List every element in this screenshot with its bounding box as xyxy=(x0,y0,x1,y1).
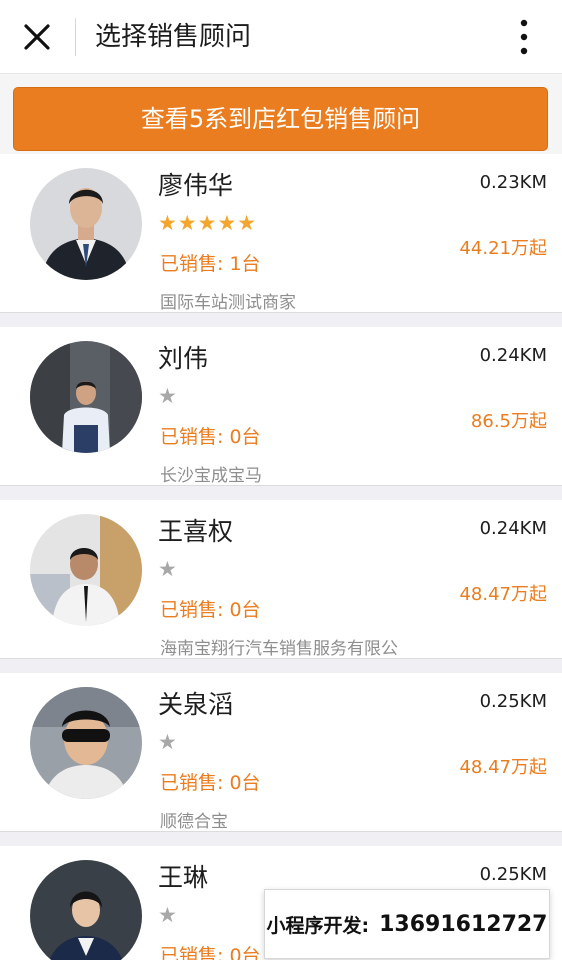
more-vertical-icon xyxy=(520,19,528,55)
consultant-name: 刘伟 xyxy=(158,344,209,373)
dealer-name: 长沙宝成宝马 xyxy=(160,466,262,486)
avatar xyxy=(30,514,142,626)
avatar xyxy=(30,860,142,960)
rating-stars: ★ xyxy=(158,903,178,927)
sold-count: 已销售: 1台 xyxy=(160,253,261,275)
nav-divider xyxy=(75,18,76,56)
avatar xyxy=(30,341,142,453)
consultant-card[interactable]: 廖伟华 ★★★★★ 已销售: 1台 国际车站测试商家 0.23KM 44.21万… xyxy=(0,154,562,313)
distance: 0.24KM xyxy=(479,345,547,366)
starting-price: 86.5万起 xyxy=(470,411,547,432)
close-button[interactable] xyxy=(14,14,60,60)
developer-label: 小程序开发: xyxy=(266,914,370,937)
promo-banner-area: 查看5系到店红包销售顾问 xyxy=(0,74,562,154)
starting-price: 48.47万起 xyxy=(459,757,547,778)
dealer-name: 国际车站测试商家 xyxy=(160,293,296,313)
rating-stars: ★ xyxy=(158,730,178,754)
starting-price: 44.21万起 xyxy=(459,238,547,259)
consultant-card[interactable]: 刘伟 ★ 已销售: 0台 长沙宝成宝马 0.24KM 86.5万起 xyxy=(0,327,562,486)
sold-count: 已销售: 0台 xyxy=(160,599,261,621)
dealer-name: 海南宝翔行汽车销售服务有限公 xyxy=(160,639,398,659)
rating-stars: ★ xyxy=(158,557,178,581)
consultant-name: 关泉滔 xyxy=(158,690,234,719)
rating-stars: ★★★★★ xyxy=(158,211,258,235)
avatar xyxy=(30,168,142,280)
distance: 0.25KM xyxy=(479,864,547,885)
close-icon xyxy=(24,24,50,50)
sold-count: 已销售: 0台 xyxy=(160,945,261,960)
consultant-card[interactable]: 王喜权 ★ 已销售: 0台 海南宝翔行汽车销售服务有限公 0.24KM 48.4… xyxy=(0,500,562,659)
view-red-packet-consultants-button[interactable]: 查看5系到店红包销售顾问 xyxy=(13,87,548,151)
consultant-card[interactable]: 关泉滔 ★ 已销售: 0台 顺德合宝 0.25KM 48.47万起 xyxy=(0,673,562,832)
sold-count: 已销售: 0台 xyxy=(160,772,261,794)
more-button[interactable] xyxy=(504,14,544,60)
distance: 0.25KM xyxy=(479,691,547,712)
sold-count: 已销售: 0台 xyxy=(160,426,261,448)
consultant-name: 廖伟华 xyxy=(158,171,234,200)
starting-price: 48.47万起 xyxy=(459,584,547,605)
top-nav-bar: 选择销售顾问 xyxy=(0,0,562,74)
consultant-name: 王琳 xyxy=(158,863,209,892)
dealer-name: 顺德合宝 xyxy=(160,812,228,832)
distance: 0.24KM xyxy=(479,518,547,539)
distance: 0.23KM xyxy=(479,172,547,193)
developer-phone: 13691612727 xyxy=(379,911,548,937)
page-title: 选择销售顾问 xyxy=(95,22,252,52)
rating-stars: ★ xyxy=(158,384,178,408)
developer-contact-badge[interactable]: 小程序开发: 13691612727 xyxy=(264,889,550,959)
consultant-name: 王喜权 xyxy=(158,517,234,546)
avatar xyxy=(30,687,142,799)
